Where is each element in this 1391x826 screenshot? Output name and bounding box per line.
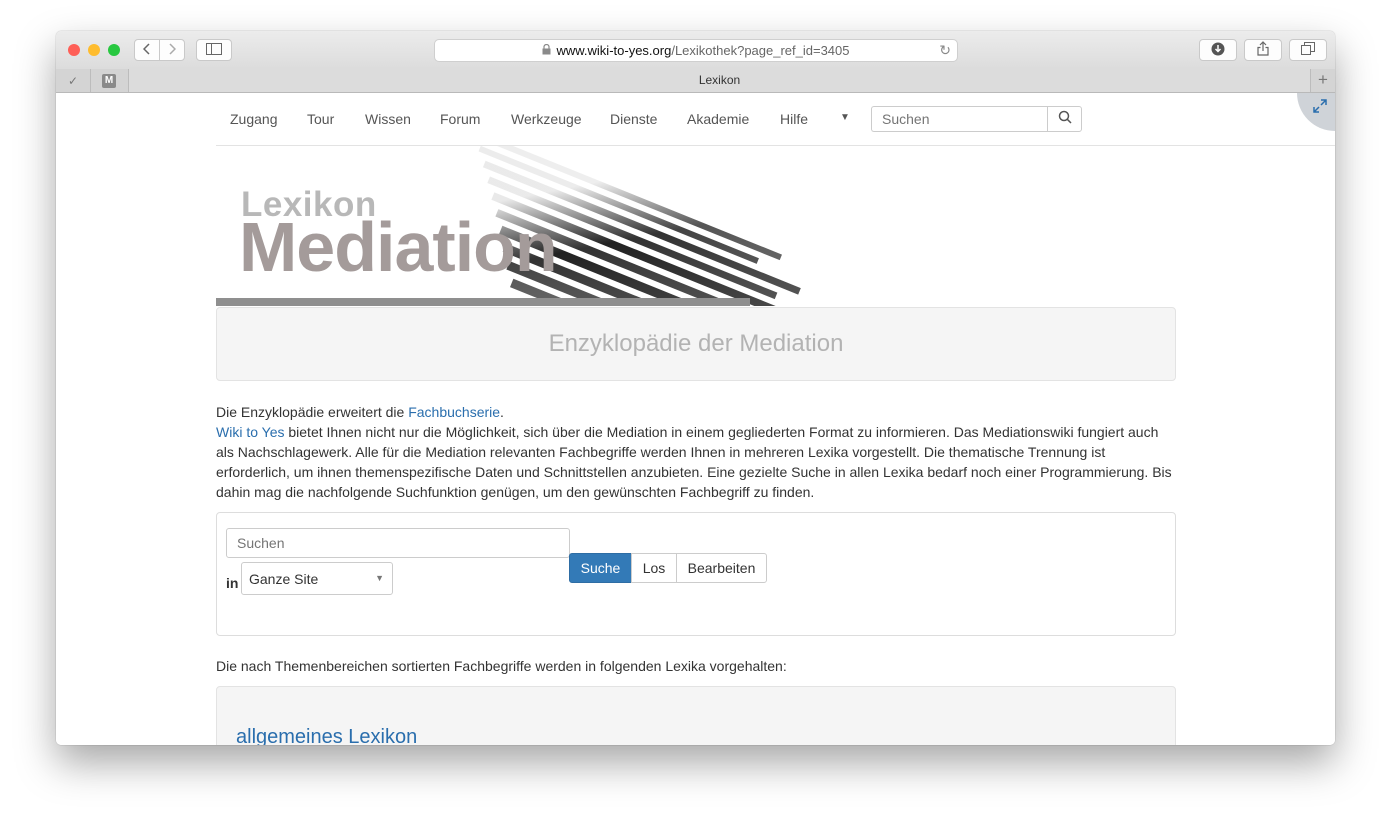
nav-item-wissen[interactable]: Wissen xyxy=(365,111,411,127)
tab-title: Lexikon xyxy=(698,73,741,87)
forward-button[interactable] xyxy=(159,39,185,61)
main-navigation: Zugang Tour Wissen Forum Werkzeuge Diens… xyxy=(216,93,1335,146)
tabs-icon xyxy=(1301,42,1315,58)
pinned-tab-check[interactable]: ✓ xyxy=(56,69,91,92)
reload-icon[interactable]: ↻ xyxy=(939,42,951,59)
wiki-to-yes-link[interactable]: Wiki to Yes xyxy=(216,424,284,440)
search-icon xyxy=(1058,110,1072,129)
zoom-window-button[interactable] xyxy=(108,44,120,56)
back-button[interactable] xyxy=(134,39,160,61)
nav-search-input[interactable] xyxy=(871,106,1048,132)
nav-search-button[interactable] xyxy=(1047,106,1082,132)
url-path: /Lexikothek?page_ref_id=3405 xyxy=(671,43,850,58)
fachbuchserie-link[interactable]: Fachbuchserie xyxy=(408,404,500,420)
search-button[interactable]: Suche xyxy=(569,553,632,583)
dropdown-caret-icon[interactable]: ▼ xyxy=(840,112,850,123)
nav-item-forum[interactable]: Forum xyxy=(440,111,480,127)
allgemeines-lexikon-link[interactable]: allgemeines Lexikon xyxy=(236,726,417,745)
edit-button[interactable]: Bearbeiten xyxy=(676,553,767,583)
address-bar[interactable]: www.wiki-to-yes.org/Lexikothek?page_ref_… xyxy=(434,39,958,62)
nav-item-tour[interactable]: Tour xyxy=(307,111,334,127)
banner-underline xyxy=(216,298,750,306)
share-button[interactable] xyxy=(1244,39,1282,61)
url-host: www.wiki-to-yes.org xyxy=(556,43,672,58)
tabs-overview-button[interactable] xyxy=(1289,39,1327,61)
search-input[interactable] xyxy=(226,528,570,558)
search-form: in Ganze Site ▼ Suche Los Bearbeiten xyxy=(216,512,1176,636)
nav-item-dienste[interactable]: Dienste xyxy=(610,111,657,127)
intro-text: Die Enzyklopädie erweitert die Fachbuchs… xyxy=(216,402,1176,502)
nav-item-akademie[interactable]: Akademie xyxy=(687,111,749,127)
download-icon xyxy=(1211,42,1225,59)
share-icon xyxy=(1257,41,1269,59)
tab-bar: ✓ M Lexikon + xyxy=(56,69,1335,93)
search-scope-value: Ganze Site xyxy=(249,571,319,587)
active-tab[interactable]: Lexikon xyxy=(128,69,1311,92)
intro-line1-prefix: Die Enzyklopädie erweitert die xyxy=(216,404,409,420)
intro-paragraph: bietet Ihnen nicht nur die Möglichkeit, … xyxy=(216,424,1172,500)
browser-toolbar: www.wiki-to-yes.org/Lexikothek?page_ref_… xyxy=(56,31,1335,70)
nav-item-zugang[interactable]: Zugang xyxy=(230,111,277,127)
browser-window: www.wiki-to-yes.org/Lexikothek?page_ref_… xyxy=(56,31,1335,745)
search-scope-select[interactable]: Ganze Site ▼ xyxy=(241,562,393,595)
page-content: Zugang Tour Wissen Forum Werkzeuge Diens… xyxy=(56,93,1335,745)
lexika-intro: Die nach Themenbereichen sortierten Fach… xyxy=(216,658,787,674)
chevron-left-icon xyxy=(142,42,151,58)
pinned-tab-m[interactable]: M xyxy=(91,69,127,92)
minimize-window-button[interactable] xyxy=(88,44,100,56)
intro-line1-suffix: . xyxy=(500,404,504,420)
nav-item-werkzeuge[interactable]: Werkzeuge xyxy=(511,111,582,127)
page-title: Enzyklopädie der Mediation xyxy=(216,307,1176,381)
in-label: in xyxy=(226,575,239,591)
nav-item-hilfe[interactable]: Hilfe xyxy=(780,111,808,127)
banner-title-big: Mediation xyxy=(239,208,558,286)
go-button[interactable]: Los xyxy=(631,553,677,583)
plus-icon: + xyxy=(1318,70,1328,89)
site-favicon: M xyxy=(102,73,116,88)
lexikon-panel: allgemeines Lexikon xyxy=(216,686,1176,745)
chevron-right-icon xyxy=(168,42,177,58)
close-window-button[interactable] xyxy=(68,44,80,56)
downloads-button[interactable] xyxy=(1199,39,1237,61)
sidebar-icon xyxy=(206,42,222,58)
expand-icon[interactable] xyxy=(1313,99,1327,116)
sidebar-button[interactable] xyxy=(196,39,232,61)
checkmark-icon: ✓ xyxy=(67,73,79,88)
new-tab-button[interactable]: + xyxy=(1311,69,1335,92)
lock-icon xyxy=(542,43,551,58)
chevron-down-icon: ▼ xyxy=(375,573,384,583)
